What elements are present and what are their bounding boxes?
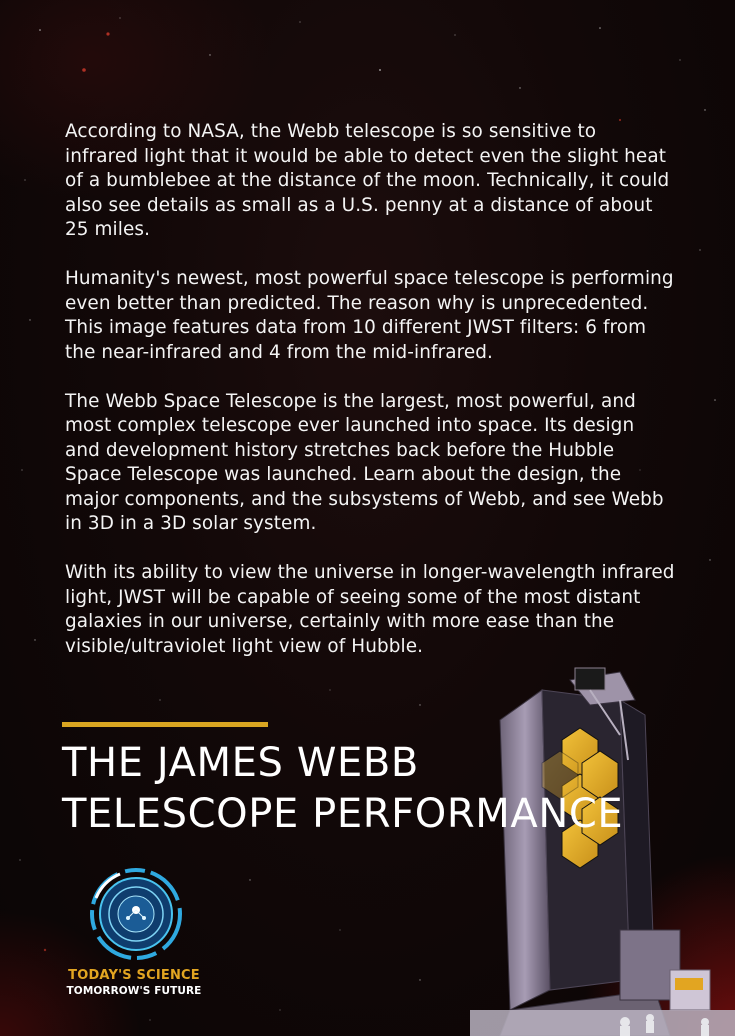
- headline-line-1: THE JAMES WEBB: [62, 740, 419, 786]
- paragraph-design-history: The Webb Space Telescope is the largest,…: [65, 390, 664, 535]
- logo-line-2: TOMORROW'S FUTURE: [66, 985, 202, 997]
- paragraph-performance: Humanity's newest, most powerful space t…: [65, 268, 674, 363]
- headline-line-2: TELESCOPE PERFORMANCE: [62, 791, 624, 837]
- page: According to NASA, the Webb telescope is…: [0, 0, 735, 1036]
- telescope-illustration: [470, 667, 735, 1036]
- headline-accent-bar: [62, 722, 268, 727]
- logo-line-1: TODAY'S SCIENCE: [68, 968, 200, 983]
- globe-emblem-icon: [90, 868, 182, 960]
- paragraph-infrared-view: With its ability to view the universe in…: [65, 562, 675, 657]
- article-body: According to NASA, the Webb telescope is…: [65, 120, 675, 684]
- paragraph-nasa-sensitivity: According to NASA, the Webb telescope is…: [65, 121, 670, 240]
- brand-logo: TODAY'S SCIENCE TOMORROW'S FUTURE: [58, 868, 213, 1000]
- headline: THE JAMES WEBB TELESCOPE PERFORMANCE: [62, 738, 722, 840]
